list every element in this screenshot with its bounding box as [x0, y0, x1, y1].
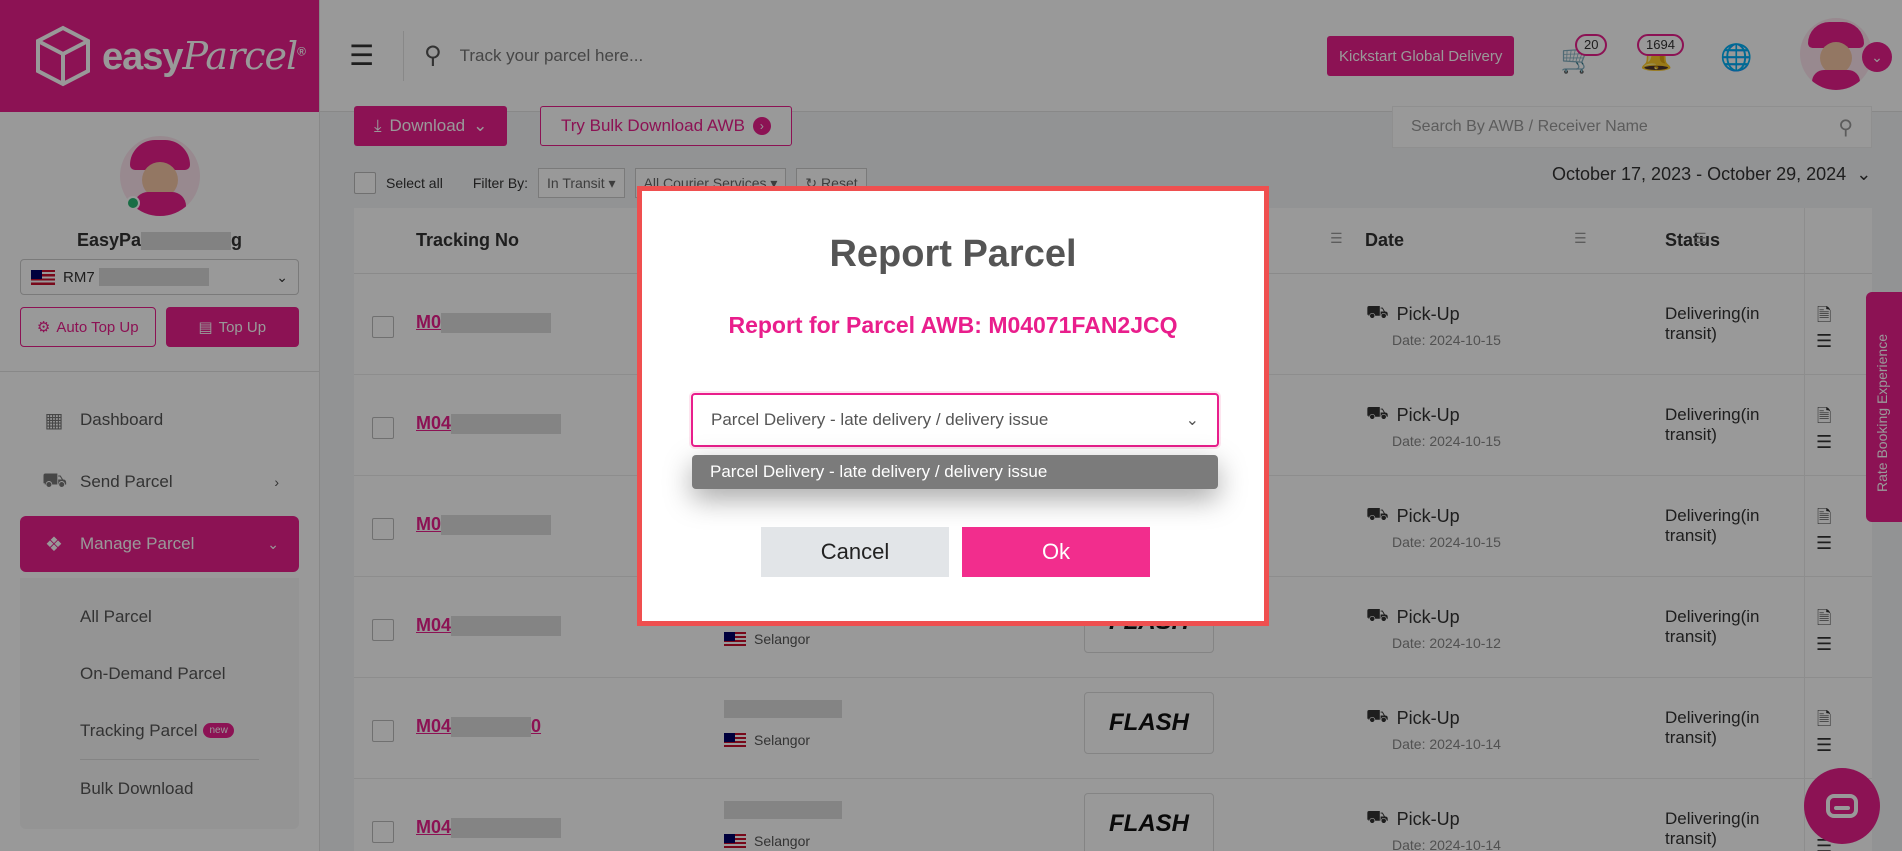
cancel-button[interactable]: Cancel	[761, 527, 949, 577]
selected-reason: Parcel Delivery - late delivery / delive…	[711, 410, 1049, 429]
report-reason-select[interactable]: Parcel Delivery - late delivery / delive…	[691, 393, 1219, 447]
chevron-down-icon: ⌄	[1185, 412, 1199, 429]
modal-subtitle: Report for Parcel AWB: M04071FAN2JCQ	[728, 312, 1178, 338]
ok-button[interactable]: Ok	[962, 527, 1150, 577]
reason-option[interactable]: Parcel Delivery - late delivery / delive…	[692, 455, 1218, 489]
report-parcel-modal: Report Parcel Report for Parcel AWB: M04…	[637, 186, 1269, 626]
modal-title: Report Parcel	[829, 233, 1077, 275]
